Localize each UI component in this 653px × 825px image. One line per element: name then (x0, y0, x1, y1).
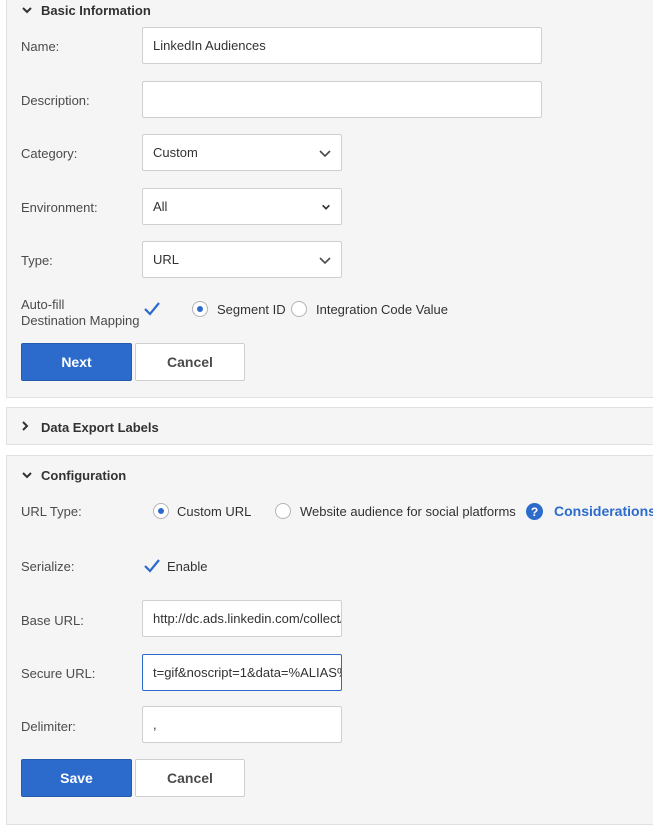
category-value: Custom (153, 145, 198, 160)
serialize-checkbox[interactable] (143, 557, 161, 575)
description-input[interactable] (142, 81, 542, 118)
type-value: URL (153, 252, 180, 267)
type-label: Type: (21, 253, 53, 268)
category-label: Category: (21, 146, 78, 161)
social-platforms-label[interactable]: Website audience for social platforms (300, 504, 516, 519)
delimiter-input[interactable]: , (142, 706, 342, 743)
integration-code-label[interactable]: Integration Code Value (316, 302, 448, 317)
chevron-right-icon[interactable] (19, 420, 31, 432)
secure-url-input[interactable]: t=gif&noscript=1&data=%ALIAS% (142, 654, 342, 691)
configuration-title[interactable]: Configuration (41, 468, 126, 483)
environment-label: Environment: (21, 200, 98, 215)
custom-url-radio[interactable] (153, 503, 169, 519)
environment-value: All (153, 199, 168, 214)
chevron-down-icon[interactable] (21, 469, 33, 481)
cancel-button[interactable]: Cancel (135, 343, 245, 381)
chevron-down-icon (322, 204, 330, 210)
chevron-down-icon (319, 256, 331, 264)
environment-select[interactable]: All (142, 188, 342, 225)
data-export-labels-title[interactable]: Data Export Labels (41, 420, 159, 435)
type-select[interactable]: URL (142, 241, 342, 278)
name-input[interactable]: LinkedIn Audiences (142, 27, 542, 64)
segment-id-label[interactable]: Segment ID (217, 302, 286, 317)
description-label: Description: (21, 93, 90, 108)
save-button[interactable]: Save (21, 759, 132, 797)
url-type-label: URL Type: (21, 504, 82, 519)
considerations-link[interactable]: Considerations (554, 503, 653, 519)
basic-information-title[interactable]: Basic Information (41, 3, 151, 18)
serialize-enable-label[interactable]: Enable (167, 559, 207, 574)
serialize-label: Serialize: (21, 559, 75, 574)
chevron-down-icon (319, 149, 331, 157)
category-select[interactable]: Custom (142, 134, 342, 171)
custom-url-label[interactable]: Custom URL (177, 504, 251, 519)
chevron-down-icon[interactable] (21, 4, 33, 16)
secure-url-label: Secure URL: (21, 666, 96, 681)
help-icon[interactable]: ? (526, 503, 543, 520)
social-platforms-radio[interactable] (275, 503, 291, 519)
base-url-label: Base URL: (21, 613, 84, 628)
next-button[interactable]: Next (21, 343, 132, 381)
integration-code-radio[interactable] (291, 301, 307, 317)
cancel-button[interactable]: Cancel (135, 759, 245, 797)
delimiter-label: Delimiter: (21, 719, 76, 734)
autofill-checkbox[interactable] (143, 300, 161, 318)
autofill-label-line1: Auto-fill (21, 297, 65, 312)
autofill-label-line2: Destination Mapping (21, 313, 140, 328)
base-url-input[interactable]: http://dc.ads.linkedin.com/collect/ (142, 600, 342, 637)
name-label: Name: (21, 39, 60, 54)
segment-id-radio[interactable] (192, 301, 208, 317)
